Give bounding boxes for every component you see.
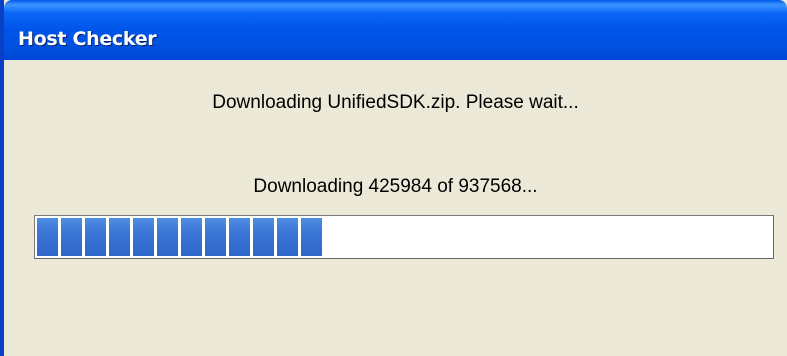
window-title: Host Checker	[18, 28, 157, 50]
progress-segment	[85, 218, 106, 256]
progress-segment	[181, 218, 202, 256]
host-checker-window: Host Checker Downloading UnifiedSDK.zip.…	[0, 0, 787, 356]
progress-segment	[109, 218, 130, 256]
progress-segment	[157, 218, 178, 256]
download-progress-message: Downloading 425984 of 937568...	[253, 176, 538, 197]
progress-segment	[133, 218, 154, 256]
progress-segment	[37, 218, 58, 256]
progress-segment	[277, 218, 298, 256]
progress-segment	[253, 218, 274, 256]
progress-segment	[229, 218, 250, 256]
progress-segment	[301, 218, 322, 256]
title-bar[interactable]: Host Checker	[4, 0, 787, 60]
progress-fill	[37, 218, 773, 256]
download-status-message: Downloading UnifiedSDK.zip. Please wait.…	[212, 92, 579, 113]
progress-segment	[205, 218, 226, 256]
progress-segment	[61, 218, 82, 256]
download-progress-bar	[34, 215, 774, 259]
